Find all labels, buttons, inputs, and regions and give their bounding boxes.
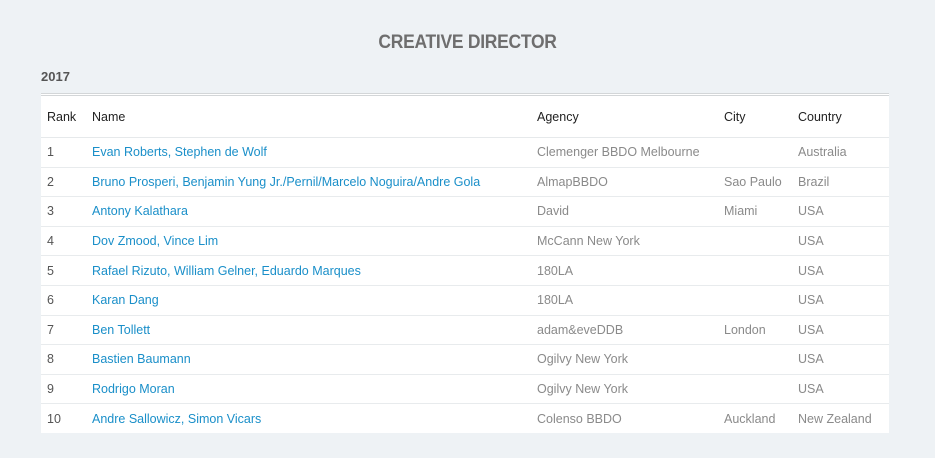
name-link[interactable]: Evan Roberts, Stephen de Wolf <box>92 145 267 159</box>
rank-cell: 10 <box>47 411 61 426</box>
agency-cell: Ogilvy New York <box>537 344 724 375</box>
rank-cell: 7 <box>41 315 92 346</box>
agency-cell: David <box>537 196 724 227</box>
agency-cell: adam&eveDDB <box>537 315 724 346</box>
header-row: Rank Name Agency City Country <box>41 96 889 138</box>
country-cell: USA <box>798 226 889 257</box>
country-cell: USA <box>798 374 889 405</box>
table-row: 4 Dov Zmood, Vince Lim McCann New York U… <box>41 226 889 257</box>
name-link[interactable]: Antony Kalathara <box>92 204 188 218</box>
rank-cell: 5 <box>41 255 92 286</box>
rankings-table: Rank Name Agency City Country 1 Evan Rob… <box>41 96 889 433</box>
table-body: 1 Evan Roberts, Stephen de Wolf Clemenge… <box>41 137 889 433</box>
rank-cell: 6 <box>41 285 92 316</box>
country-cell: Brazil <box>798 167 889 198</box>
table-row: 8 Bastien Baumann Ogilvy New York USA <box>41 344 889 375</box>
country-cell: New Zealand <box>798 411 872 426</box>
agency-cell: 180LA <box>537 255 724 286</box>
agency-cell: Ogilvy New York <box>537 374 724 405</box>
rank-cell: 4 <box>41 226 92 257</box>
page-title: CREATIVE DIRECTOR <box>378 32 557 53</box>
name-link[interactable]: Karan Dang <box>92 293 159 307</box>
city-cell <box>724 374 798 405</box>
header-rank: Rank <box>41 96 92 138</box>
table-row: 3 Antony Kalathara David Miami USA <box>41 196 889 227</box>
header-city: City <box>724 96 798 138</box>
table-header: Rank Name Agency City Country <box>41 96 889 138</box>
table-row: 2 Bruno Prosperi, Benjamin Yung Jr./Pern… <box>41 167 889 198</box>
name-link[interactable]: Rodrigo Moran <box>92 382 175 396</box>
city-cell: Auckland <box>724 411 776 426</box>
agency-cell: Colenso BBDO <box>537 411 622 426</box>
country-cell: USA <box>798 255 889 286</box>
city-cell <box>724 226 798 257</box>
rank-cell: 8 <box>41 344 92 375</box>
name-link[interactable]: Bruno Prosperi, Benjamin Yung Jr./Pernil… <box>92 175 480 189</box>
city-cell: Sao Paulo <box>724 167 798 198</box>
country-cell: USA <box>798 196 889 227</box>
header-country: Country <box>798 96 889 138</box>
agency-cell: Clemenger BBDO Melbourne <box>537 137 724 168</box>
header-name: Name <box>92 96 537 138</box>
header-agency: Agency <box>537 96 724 138</box>
country-cell: USA <box>798 285 889 316</box>
city-cell <box>724 137 798 168</box>
city-cell <box>724 344 798 375</box>
country-cell: USA <box>798 344 889 375</box>
agency-cell: 180LA <box>537 285 724 316</box>
name-link[interactable]: Bastien Baumann <box>92 352 191 366</box>
table-row: 7 Ben Tollett adam&eveDDB London USA <box>41 315 889 346</box>
agency-cell: AlmapBBDO <box>537 167 724 198</box>
name-link[interactable]: Dov Zmood, Vince Lim <box>92 234 218 248</box>
year-label: 2017 <box>41 69 70 84</box>
name-link[interactable]: Ben Tollett <box>92 323 150 337</box>
city-cell: London <box>724 315 798 346</box>
city-cell <box>724 285 798 316</box>
table-row: 6 Karan Dang 180LA USA <box>41 285 889 316</box>
table-row: 5 Rafael Rizuto, William Gelner, Eduardo… <box>41 255 889 286</box>
city-cell: Miami <box>724 196 798 227</box>
rankings-table-container: Rank Name Agency City Country 1 Evan Rob… <box>41 93 889 433</box>
country-cell: USA <box>798 315 889 346</box>
name-link[interactable]: Andre Sallowicz, Simon Vicars <box>92 412 261 426</box>
name-link[interactable]: Rafael Rizuto, William Gelner, Eduardo M… <box>92 264 361 278</box>
rank-cell: 9 <box>41 374 92 405</box>
agency-cell: McCann New York <box>537 226 724 257</box>
rank-cell: 3 <box>41 196 92 227</box>
country-cell: Australia <box>798 137 889 168</box>
table-row: 9 Rodrigo Moran Ogilvy New York USA <box>41 374 889 405</box>
city-cell <box>724 255 798 286</box>
table-row: 10 Andre Sallowicz, Simon Vicars Colenso… <box>41 404 889 433</box>
rank-cell: 2 <box>41 167 92 198</box>
rank-cell: 1 <box>41 137 92 168</box>
table-row: 1 Evan Roberts, Stephen de Wolf Clemenge… <box>41 137 889 168</box>
